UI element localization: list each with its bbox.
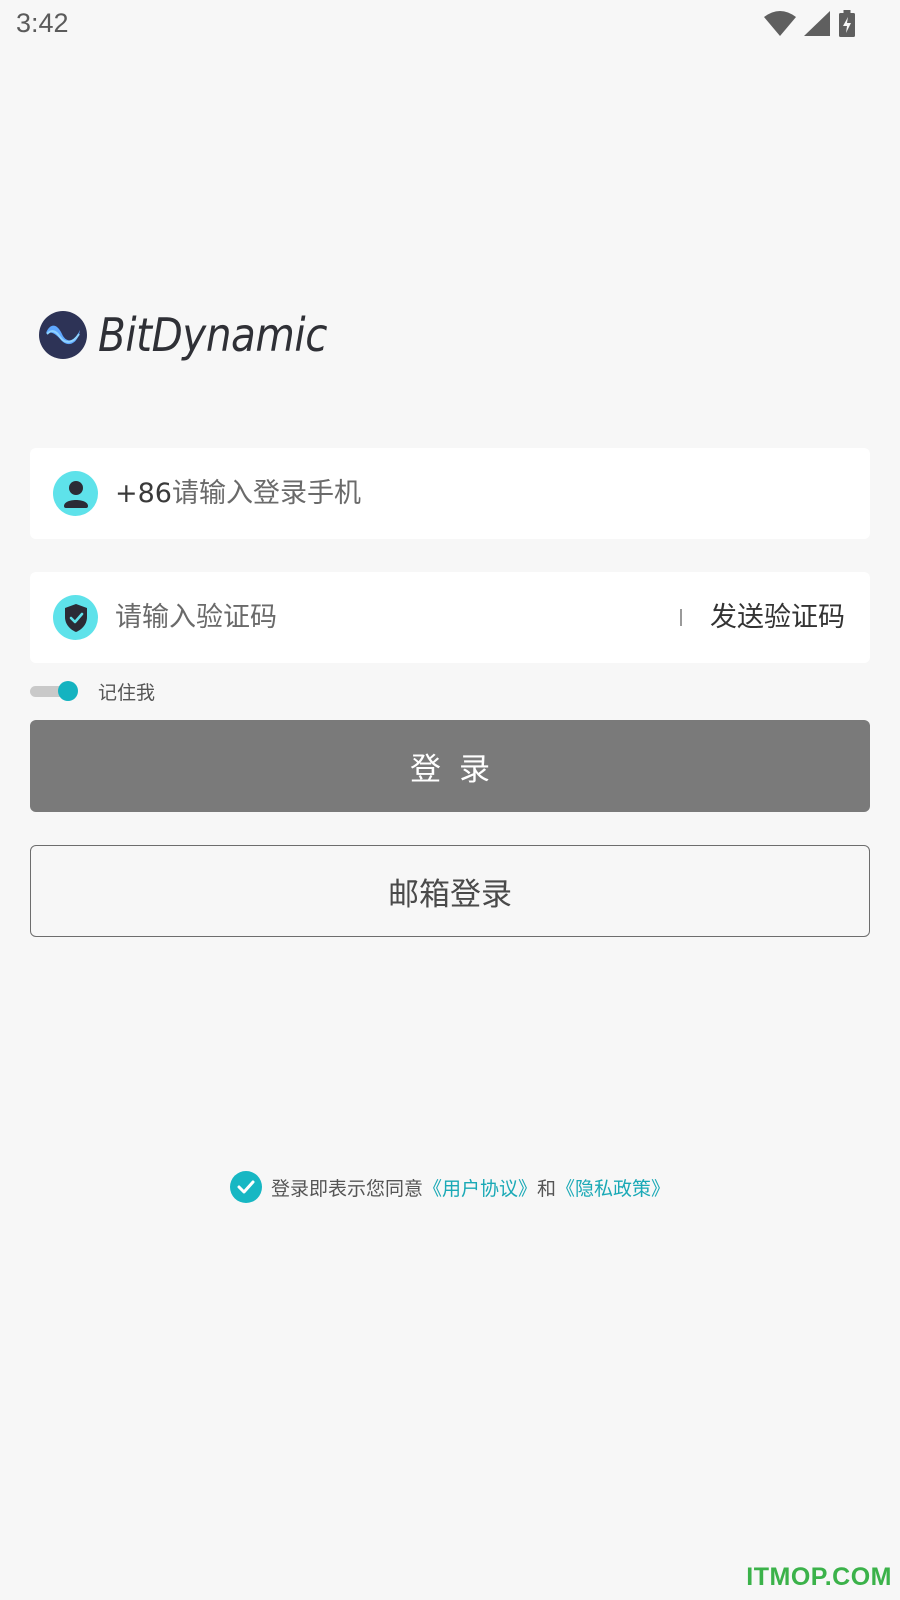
agreement-checkbox[interactable]	[229, 1171, 262, 1203]
battery-charging-icon	[838, 10, 856, 38]
remember-me: 记住我	[30, 677, 155, 705]
status-bar: 3:42	[0, 0, 900, 50]
agreement-text: 登录即表示您同意	[270, 1177, 423, 1200]
remember-me-label: 记住我	[98, 681, 156, 704]
phone-input[interactable]	[172, 466, 832, 521]
user-icon	[53, 471, 98, 516]
send-code-button[interactable]: 发送验证码	[710, 572, 845, 663]
login-screen: 3:42 BitDynamic +86 请输入登录手机 请输入验证码 发送验证码…	[0, 0, 900, 1600]
agreement-and: 和	[537, 1177, 557, 1200]
wifi-icon	[764, 11, 796, 37]
watermark: ITMOP.COM	[746, 1563, 892, 1591]
verification-code-input[interactable]	[115, 590, 675, 645]
remember-me-toggle[interactable]	[30, 677, 78, 705]
brand-logo: BitDynamic	[38, 305, 358, 365]
checkmark-icon	[237, 1180, 255, 1194]
privacy-policy-link[interactable]: 《隐私政策》	[556, 1174, 670, 1201]
toggle-thumb	[58, 681, 78, 701]
cell-signal-icon	[804, 11, 830, 37]
country-code-prefix[interactable]: +86	[115, 448, 172, 539]
login-button[interactable]: 登录	[30, 720, 870, 812]
email-login-button[interactable]: 邮箱登录	[30, 845, 870, 937]
brand-name: BitDynamic	[98, 308, 328, 362]
phone-field: +86	[30, 448, 870, 539]
wave-logo-icon	[39, 311, 87, 359]
shield-check-icon	[53, 595, 98, 640]
agreement: 登录即表示您同意 《用户协议》 和 《隐私政策》	[0, 1170, 900, 1204]
verification-code-field: 发送验证码	[30, 572, 870, 663]
field-divider	[680, 609, 682, 626]
user-agreement-link[interactable]: 《用户协议》	[423, 1174, 537, 1201]
status-icons	[764, 10, 856, 38]
status-time: 3:42	[16, 8, 69, 38]
